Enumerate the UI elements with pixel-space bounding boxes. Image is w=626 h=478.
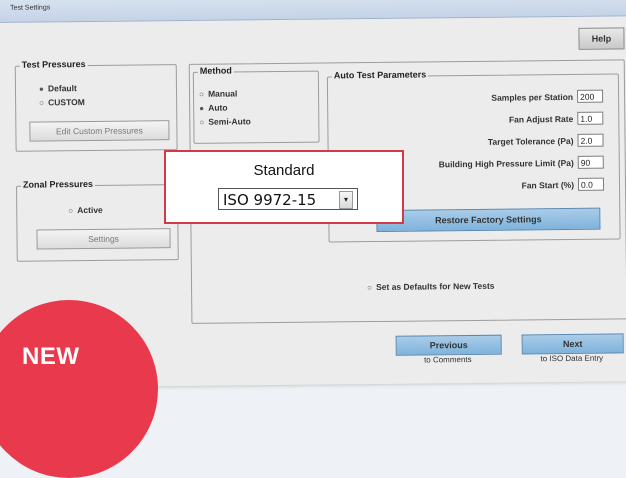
standard-title: Standard	[253, 162, 315, 179]
radio-empty-icon: ○	[367, 283, 372, 293]
standard-callout: Standard ISO 9972-15 ▾	[164, 150, 404, 224]
zonal-pressures-title: Zonal Pressures	[20, 178, 96, 190]
radio-empty-icon: ○	[198, 89, 204, 99]
radio-empty-icon: ○	[39, 98, 45, 108]
standard-select[interactable]: ISO 9972-15 ▾	[218, 188, 358, 210]
param-label: Samples per Station	[491, 91, 574, 103]
param-label: Target Tolerance (Pa)	[487, 135, 574, 147]
samples-per-station-input[interactable]: 200	[577, 89, 604, 103]
fan-start-input[interactable]: 0.0	[577, 177, 605, 191]
radio-custom[interactable]: ○ CUSTOM	[39, 97, 85, 107]
set-defaults-checkbox[interactable]: ○ Set as Defaults for New Tests	[367, 281, 495, 292]
fan-adjust-rate-input[interactable]: 1.0	[577, 111, 604, 125]
radio-semi-auto[interactable]: ○ Semi-Auto	[199, 116, 251, 127]
previous-sub-label: to Comments	[423, 354, 472, 365]
help-button[interactable]: Help	[578, 27, 625, 50]
window-title: Test Settings	[10, 4, 51, 12]
target-tolerance-input[interactable]: 2.0	[577, 133, 604, 147]
new-badge-text: NEW	[22, 343, 80, 370]
zonal-settings-button[interactable]: Settings	[36, 228, 171, 250]
radio-manual[interactable]: ○ Manual	[199, 88, 237, 98]
standard-value: ISO 9972-15	[223, 191, 317, 209]
dropdown-arrow-icon[interactable]: ▾	[339, 191, 353, 209]
restore-factory-settings-button[interactable]: Restore Factory Settings	[376, 207, 601, 232]
radio-default[interactable]: ● Default	[39, 83, 77, 93]
zonal-active-radio[interactable]: ○ Active	[68, 205, 103, 215]
test-pressures-title: Test Pressures	[19, 59, 88, 70]
radio-selected-icon: ●	[199, 103, 205, 113]
radio-empty-icon: ○	[68, 206, 74, 216]
previous-button[interactable]: Previous	[395, 334, 502, 356]
radio-empty-icon: ○	[199, 117, 205, 127]
param-label: Building High Pressure Limit (Pa)	[438, 157, 574, 170]
high-pressure-limit-input[interactable]: 90	[577, 155, 604, 169]
next-sub-label: to ISO Data Entry	[540, 353, 604, 364]
param-label: Fan Adjust Rate	[508, 113, 574, 125]
next-button[interactable]: Next	[521, 333, 624, 355]
radio-auto[interactable]: ● Auto	[199, 103, 227, 113]
zonal-pressures-group: Zonal Pressures	[15, 178, 179, 262]
edit-custom-pressures-button[interactable]: Edit Custom Pressures	[29, 120, 170, 142]
auto-test-title: Auto Test Parameters	[331, 69, 429, 81]
param-label: Fan Start (%)	[521, 179, 575, 191]
method-title: Method	[197, 65, 234, 76]
radio-selected-icon: ●	[38, 84, 44, 94]
